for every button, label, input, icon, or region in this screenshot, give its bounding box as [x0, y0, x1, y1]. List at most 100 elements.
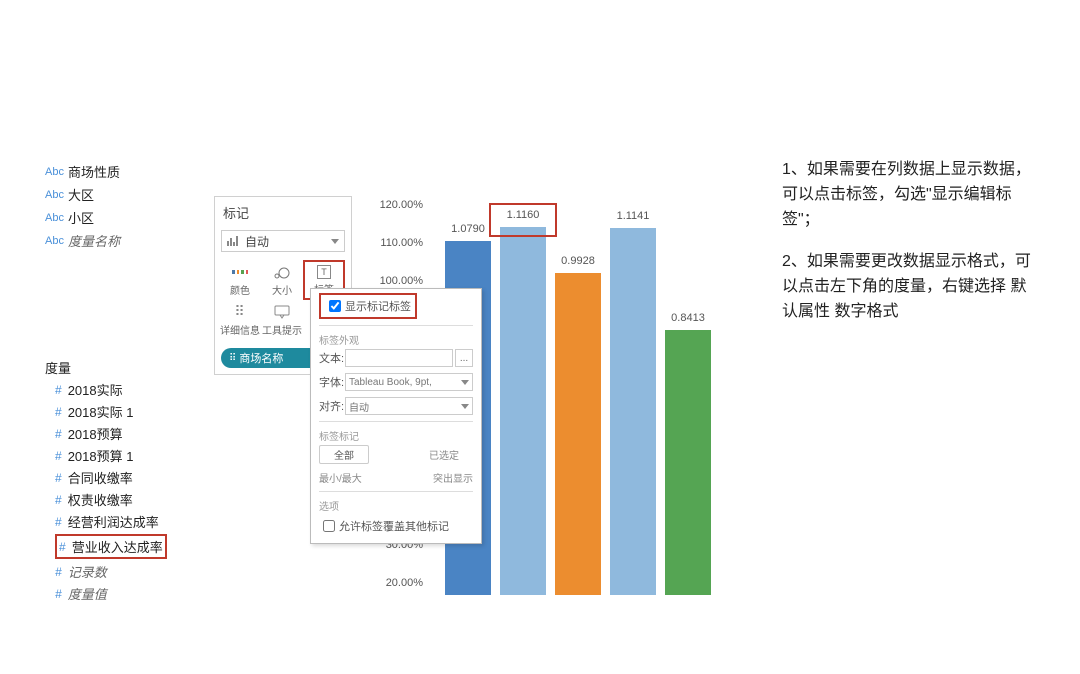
y-tick: 100.00% — [365, 275, 423, 287]
measure-label: 经营利润达成率 — [68, 512, 159, 531]
bar[interactable]: 1.1141 — [610, 228, 656, 595]
measure-item[interactable]: #2018预算 1 — [55, 446, 167, 465]
marks-cell-label: 颜色 — [230, 282, 250, 297]
measure-item[interactable]: # 记录数 — [55, 562, 167, 581]
measure-label: 2018实际 1 — [68, 402, 134, 421]
marks-detail[interactable]: ⠿ 详细信息 — [219, 300, 261, 340]
measure-label: 2018预算 — [68, 424, 123, 443]
dim-label: 大区 — [68, 185, 94, 204]
instruction-1: 1、如果需要在列数据上显示数据，可以点击标签，勾选"显示编辑标签"； — [782, 158, 1037, 232]
measure-item[interactable]: #2018预算 — [55, 424, 167, 443]
text-input[interactable] — [345, 349, 453, 367]
dim-item[interactable]: Abc 小区 — [45, 208, 120, 227]
overlap-checkbox[interactable] — [323, 520, 335, 532]
abc-icon: Abc — [45, 189, 64, 201]
marks-color[interactable]: 颜色 — [219, 260, 261, 300]
measure-label: 2018预算 1 — [68, 446, 134, 465]
toggle-highlight[interactable]: 突出显示 — [433, 470, 473, 485]
measure-item[interactable]: # 权责收缴率 — [55, 490, 167, 509]
measure-label: 2018实际 — [68, 380, 123, 399]
marks-title: 标记 — [215, 197, 351, 228]
show-labels-highlight: 显示标记标签 — [319, 293, 417, 319]
label-popup: 显示标记标签 标签外观 文本: ... 字体: Tableau Book, 9p… — [310, 288, 482, 544]
font-value: Tableau Book, 9pt, — [349, 377, 432, 388]
measures-header: 度量 — [45, 358, 71, 377]
toggle-all[interactable]: 全部 — [319, 445, 369, 464]
bar-label: 1.1141 — [610, 210, 656, 222]
dim-label: 小区 — [68, 208, 94, 227]
y-tick: 20.00% — [365, 577, 423, 589]
y-tick: 110.00% — [365, 237, 423, 249]
measure-item[interactable]: # 合同收缴率 — [55, 468, 167, 487]
toggle-minmax[interactable]: 最小/最大 — [319, 470, 362, 485]
bar[interactable]: 0.8413 — [665, 330, 711, 595]
dim-label: 商场性质 — [68, 162, 120, 181]
group-appearance: 标签外观 — [311, 328, 481, 347]
dim-item[interactable]: Abc 大区 — [45, 185, 120, 204]
mark-type-dropdown[interactable]: 自动 — [221, 230, 345, 252]
tooltip-icon — [273, 304, 291, 320]
measure-label: 记录数 — [68, 562, 107, 581]
hash-icon: # — [55, 405, 62, 419]
bar-label: 1.0790 — [445, 223, 491, 235]
measure-item[interactable]: # 经营利润达成率 — [55, 512, 167, 531]
align-label: 对齐: — [319, 398, 345, 414]
label-highlight-box — [489, 203, 557, 237]
dimensions-list: Abc 商场性质 Abc 大区 Abc 小区 Abc 度量名称 — [45, 162, 120, 254]
measure-item[interactable]: #2018实际 — [55, 380, 167, 399]
text-label: 文本: — [319, 350, 345, 366]
font-label: 字体: — [319, 374, 345, 390]
abc-icon: Abc — [45, 235, 64, 247]
chevron-down-icon — [331, 239, 339, 244]
measures-list: #2018实际 #2018实际 1 #2018预算 #2018预算 1 # 合同收… — [55, 380, 167, 606]
hash-icon: # — [55, 449, 62, 463]
detail-icon: ⠿ — [231, 304, 249, 320]
dim-item[interactable]: Abc 度量名称 — [45, 231, 120, 250]
dim-item[interactable]: Abc 商场性质 — [45, 162, 120, 181]
hash-icon: # — [55, 471, 62, 485]
abc-icon: Abc — [45, 166, 64, 178]
dim-label: 度量名称 — [68, 231, 120, 250]
measure-item[interactable]: #2018实际 1 — [55, 402, 167, 421]
hash-icon: # — [55, 565, 62, 579]
instruction-2: 2、如果需要更改数据显示格式，可以点击左下角的度量，右键选择 默认属性 数字格式 — [782, 250, 1037, 324]
marks-cell-label: 详细信息 — [220, 322, 260, 337]
marks-tooltip[interactable]: 工具提示 — [261, 300, 303, 340]
pill-label: 商场名称 — [239, 350, 283, 366]
hash-icon: # — [59, 540, 66, 554]
measure-label: 权责收缴率 — [68, 490, 133, 509]
color-icon — [231, 264, 249, 280]
bar[interactable]: 1.1160 — [500, 227, 546, 595]
y-tick: 120.00% — [365, 199, 423, 211]
align-dropdown[interactable]: 自动 — [345, 397, 473, 415]
measure-item[interactable]: # 度量值 — [55, 584, 167, 603]
font-dropdown[interactable]: Tableau Book, 9pt, — [345, 373, 473, 391]
show-labels-checkbox[interactable] — [329, 300, 341, 312]
size-icon — [273, 264, 291, 280]
show-labels-text: 显示标记标签 — [345, 298, 411, 314]
group-marks: 标签标记 — [311, 424, 481, 443]
group-options: 选项 — [311, 494, 481, 513]
align-value: 自动 — [349, 399, 369, 414]
hash-icon: # — [55, 383, 62, 397]
dropdown-value: 自动 — [245, 233, 269, 250]
measure-label: 合同收缴率 — [68, 468, 133, 487]
text-edit-button[interactable]: ... — [455, 349, 473, 367]
measure-label: 度量值 — [68, 584, 107, 603]
bar-type-icon — [227, 236, 239, 246]
hash-icon: # — [55, 587, 62, 601]
chevron-down-icon — [461, 404, 469, 409]
marks-size[interactable]: 大小 — [261, 260, 303, 300]
marks-cell-label: 大小 — [272, 282, 292, 297]
hash-icon: # — [55, 493, 62, 507]
hash-icon: # — [55, 515, 62, 529]
measure-label: 营业收入达成率 — [72, 537, 163, 556]
abc-icon: Abc — [45, 212, 64, 224]
measure-item-highlighted[interactable]: # 营业收入达成率 — [55, 534, 167, 559]
instructions: 1、如果需要在列数据上显示数据，可以点击标签，勾选"显示编辑标签"； 2、如果需… — [782, 158, 1037, 343]
marks-cell-label: 工具提示 — [262, 322, 302, 337]
bar[interactable]: 0.9928 — [555, 273, 601, 595]
bar-label: 0.9928 — [555, 255, 601, 267]
toggle-selected[interactable]: 已选定 — [415, 446, 473, 463]
overlap-text: 允许标签覆盖其他标记 — [339, 518, 449, 534]
